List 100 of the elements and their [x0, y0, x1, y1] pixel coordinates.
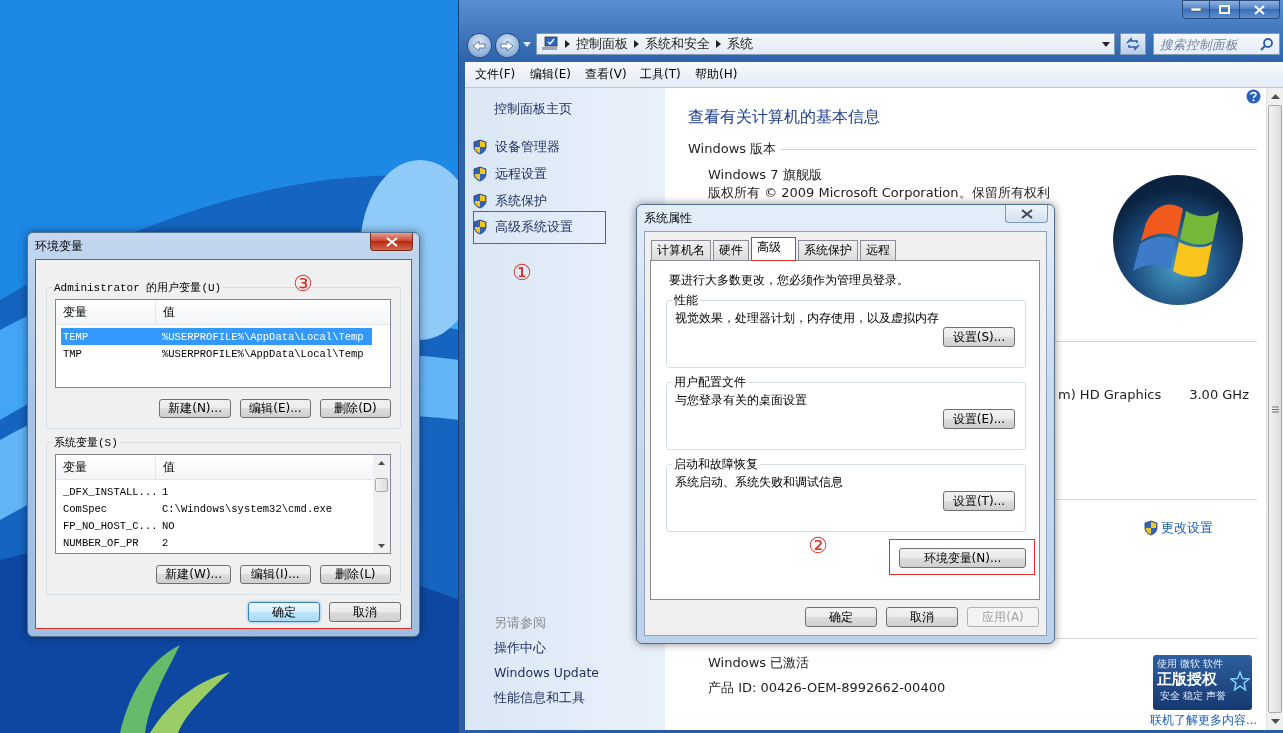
sidebar-link[interactable]: 设备管理器: [472, 138, 560, 156]
list-row[interactable]: FP_NO_HOST_C... NO: [61, 517, 355, 534]
genuine-badge[interactable]: 使用 微软 软件 正版授权 安全 稳定 声誉: [1153, 655, 1252, 710]
breadcrumb[interactable]: 系统: [726, 35, 753, 53]
column-header[interactable]: 值: [156, 300, 390, 324]
grip-icon[interactable]: [1271, 405, 1279, 413]
list-cell: NO: [162, 519, 175, 532]
group-title: 用户配置文件: [673, 374, 747, 391]
settings-button[interactable]: 设置(E)...: [943, 409, 1015, 429]
tab[interactable]: 系统保护: [798, 240, 858, 260]
column-header[interactable]: 变量: [56, 300, 156, 324]
search-icon[interactable]: [1259, 37, 1274, 51]
sidebar-link[interactable]: 高级系统设置: [472, 218, 573, 236]
scrollbar[interactable]: [1266, 88, 1283, 730]
close-button[interactable]: [1005, 205, 1048, 223]
star-icon: [1230, 671, 1250, 691]
refresh-icon: [1124, 37, 1141, 51]
maximize-icon: [1219, 5, 1230, 14]
menu-item[interactable]: 文件(F): [469, 66, 524, 83]
variable-list[interactable]: 变量 值 _DFX_INSTALL... 1 ComSpec C:\Windows\system32\cmd.exe FP_NO_HOST_C... NO NUMBER_OF_PR 2: [55, 454, 391, 554]
menu-item[interactable]: 工具(T): [634, 66, 689, 83]
list-row[interactable]: _DFX_INSTALL... 1: [61, 483, 355, 500]
list-cell: %USERPROFILE%\AppData\Local\Temp: [162, 330, 364, 343]
edition-text: Windows 7 旗舰版: [708, 167, 823, 183]
help-icon[interactable]: [1246, 89, 1261, 104]
close-icon: [1020, 208, 1033, 219]
back-arrow-icon: [472, 39, 487, 52]
list-row[interactable]: ComSpec C:\Windows\system32\cmd.exe: [61, 500, 355, 517]
breadcrumb[interactable]: 控制面板: [575, 35, 628, 53]
list-action-button[interactable]: 编辑(I)...: [240, 565, 311, 584]
list-action-button[interactable]: 编辑(E)...: [240, 399, 311, 418]
group-description: 系统启动、系统失败和调试信息: [675, 474, 844, 491]
badge-caption: 安全 稳定 声誉: [1159, 689, 1227, 703]
variable-list[interactable]: 变量 值 TEMP %USERPROFILE%\AppData\Local\Temp TMP %USERPROFILE%\AppData\Local\Temp: [55, 299, 391, 388]
list-cell-text: TEMP: [62, 330, 90, 343]
list-action-button[interactable]: 新建(W)...: [156, 565, 231, 584]
list-row[interactable]: NUMBER_OF_PR 2: [61, 534, 355, 551]
dialog-button[interactable]: 取消: [886, 607, 958, 627]
sidebar-link[interactable]: 控制面板主页: [494, 101, 572, 118]
address-bar[interactable]: 控制面板 系统和安全 系统: [535, 33, 1115, 55]
group-title: Administrator 的用户变量(U): [53, 281, 223, 295]
activation-text: Windows 已激活: [708, 655, 811, 671]
maximize-button[interactable]: [1210, 0, 1240, 19]
menu-item[interactable]: 帮助(H): [689, 66, 744, 83]
list-cell: %USERPROFILE%\AppData\Local\Temp: [162, 347, 364, 360]
back-button[interactable]: [467, 33, 492, 58]
search-field[interactable]: 搜索控制面板: [1152, 33, 1280, 55]
tab[interactable]: 计算机名: [651, 240, 711, 260]
close-button[interactable]: [370, 233, 413, 251]
sidebar-link[interactable]: 远程设置: [472, 165, 547, 183]
tab[interactable]: 远程: [860, 240, 896, 260]
dialog-button[interactable]: 取消: [329, 602, 401, 622]
down-arrow-icon[interactable]: [1270, 718, 1280, 725]
copyright-text: 版权所有 © 2009 Microsoft Corporation。保留所有权利: [708, 185, 1051, 201]
scroll-thumb[interactable]: [375, 478, 388, 492]
group-description: 视觉效果，处理器计划，内存使用，以及虚拟内存: [675, 310, 940, 327]
breadcrumb[interactable]: 系统和安全: [644, 35, 710, 53]
settings-button[interactable]: 设置(S)...: [943, 327, 1015, 347]
change-settings-link[interactable]: 更改设置: [1143, 519, 1213, 537]
minimize-button[interactable]: [1182, 0, 1210, 19]
refresh-button[interactable]: [1119, 33, 1146, 55]
dialog-button[interactable]: 确定: [805, 607, 877, 627]
menu-item[interactable]: 编辑(E): [524, 66, 579, 83]
tab[interactable]: 高级: [751, 237, 796, 261]
speed-text: 3.00 GHz: [1189, 387, 1249, 403]
section-title: Windows 版本: [688, 140, 778, 158]
menu-item[interactable]: 查看(V): [579, 66, 634, 83]
list-action-button[interactable]: 删除(L): [320, 565, 391, 584]
up-arrow-icon[interactable]: [1270, 93, 1280, 100]
dialog-title: 系统属性: [644, 209, 692, 227]
environment-variables-button[interactable]: 环境变量(N)...: [899, 548, 1026, 568]
forward-button[interactable]: [494, 33, 520, 58]
notice-text: 要进行大多数更改，您必须作为管理员登录。: [669, 272, 910, 288]
sidebar-link[interactable]: Windows Update: [494, 665, 600, 683]
settings-button[interactable]: 设置(T)...: [943, 491, 1015, 511]
caret-icon[interactable]: [1101, 41, 1110, 47]
column-header[interactable]: 变量: [56, 455, 156, 479]
list-action-button[interactable]: 删除(D): [320, 399, 391, 418]
shield-icon: [472, 193, 488, 209]
list-cell-text: TMP: [62, 347, 83, 360]
sidebar-link[interactable]: 性能信息和工具: [494, 690, 585, 708]
more-info-link[interactable]: 联机了解更多内容...: [1150, 713, 1257, 728]
annotation-number: ③: [293, 271, 313, 297]
list-cell-text: FP_NO_HOST_C...: [62, 519, 159, 532]
list-row[interactable]: TMP %USERPROFILE%\AppData\Local\Temp: [61, 345, 372, 362]
product-id-text: 产品 ID: 00426-OEM-8992662-00400: [708, 680, 946, 696]
column-header[interactable]: 值: [156, 455, 373, 479]
sidebar-link[interactable]: 系统保护: [472, 192, 547, 210]
shield-icon: [1143, 520, 1159, 536]
chevron-icon: [564, 40, 570, 48]
close-button[interactable]: [1240, 0, 1280, 19]
annotation-number: ①: [512, 260, 532, 286]
sidebar-link[interactable]: 操作中心: [494, 640, 546, 658]
list-action-button[interactable]: 新建(N)...: [159, 399, 231, 418]
scrollbar[interactable]: [373, 455, 390, 553]
tab[interactable]: 硬件: [713, 240, 749, 260]
list-cell: C:\Windows\system32\cmd.exe: [162, 502, 333, 515]
graphics-text: m) HD Graphics: [1058, 387, 1162, 403]
shield-icon: [472, 139, 488, 155]
dialog-button[interactable]: 确定: [248, 602, 320, 622]
